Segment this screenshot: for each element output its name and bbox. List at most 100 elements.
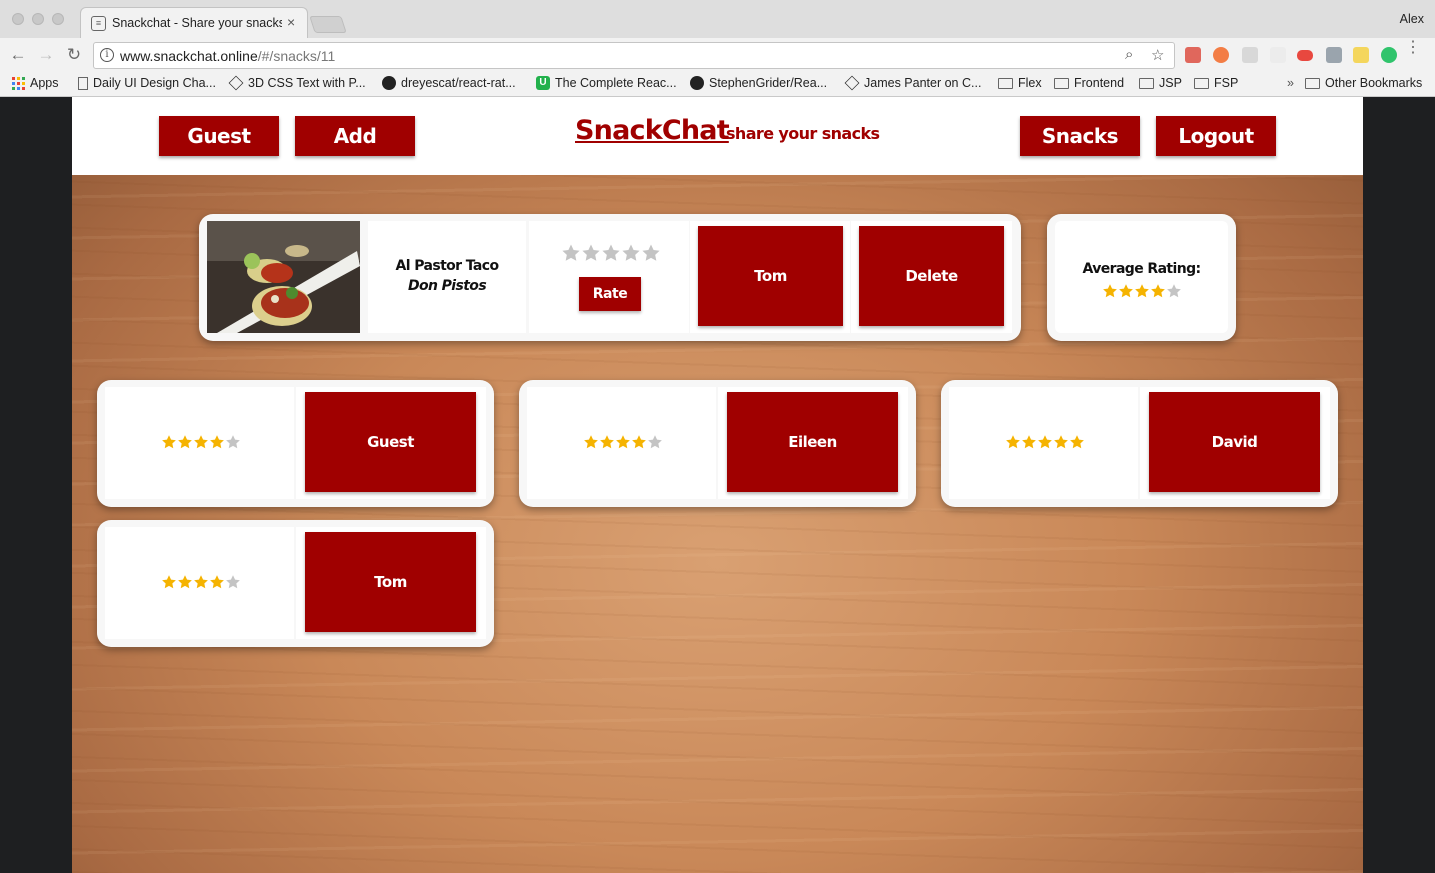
folder-icon [1054,77,1069,89]
star-icon[interactable] [641,243,661,263]
review-user-button[interactable]: Guest [305,392,476,492]
bookmark-folder-flex[interactable]: Flex [998,76,1042,90]
review-rating-stars [161,434,241,450]
star-icon [1006,435,1020,449]
active-tab[interactable]: ≡ Snackchat - Share your snacks × [80,7,308,38]
extension-icon-4[interactable] [1270,47,1286,63]
url-text[interactable]: www.snackchat.online/#/snacks/11 [120,48,335,64]
bookmark-label: 3D CSS Text with P... [248,76,366,90]
snack-page: Guest Add SnackChat share your snacks Sn… [72,97,1363,873]
bookmark-label: FSP [1214,76,1239,90]
star-icon [162,435,176,449]
star-icon [226,575,240,589]
star-icon[interactable] [561,243,581,263]
star-icon [648,435,662,449]
bookmark-label: James Panter on C... [864,76,982,90]
bookmark-label: The Complete Reac... [555,76,677,90]
extension-icon-1[interactable] [1185,47,1201,63]
star-icon[interactable] [581,243,601,263]
star-icon [210,435,224,449]
delete-button[interactable]: Delete [859,226,1004,326]
tab-title: Snackchat - Share your snacks [112,16,282,30]
review-rating-cell [949,387,1138,499]
average-rating-cell: Average Rating: [1055,221,1228,333]
bookmarks-overflow-button[interactable]: » [1287,76,1294,90]
site-info-icon[interactable]: i [100,48,114,62]
github-icon [690,76,704,90]
rate-cell: Rate [529,221,689,333]
extension-icon-7[interactable] [1353,47,1369,63]
brand-logo[interactable]: SnackChat [575,115,730,146]
star-icon [210,575,224,589]
close-window-button[interactable] [12,13,24,25]
bookmark-3d-css[interactable]: 3D CSS Text with P... [228,75,366,91]
bookmark-label: Other Bookmarks [1325,76,1423,90]
url-path: /#/snacks/11 [257,48,336,64]
star-icon [1103,284,1117,298]
review-card: Eileen [519,380,916,507]
review-user-button[interactable]: Tom [305,532,476,632]
profile-name[interactable]: Alex [1400,12,1424,26]
review-user-button[interactable]: Eileen [727,392,898,492]
apps-grid-icon [12,76,25,90]
bookmark-react-rating[interactable]: dreyescat/react-rat... [382,76,516,90]
forward-arrow-icon[interactable]: → [36,45,56,65]
bookmark-apps[interactable]: Apps [12,76,59,90]
zoom-window-button[interactable] [52,13,64,25]
bookmark-folder-fsp[interactable]: FSP [1194,76,1238,90]
address-bar[interactable]: i www.snackchat.online/#/snacks/11 ⌕ ☆ [93,42,1175,69]
snacks-button[interactable]: Snacks [1020,116,1140,156]
rate-button[interactable]: Rate [579,277,641,311]
review-user-cell: David [1140,387,1330,499]
bookmark-complete-react[interactable]: U The Complete Reac... [536,76,677,90]
extension-icon-3[interactable] [1242,47,1258,63]
bookmark-stephengrider[interactable]: StephenGrider/Rea... [690,76,827,90]
document-icon [78,76,88,90]
bookmark-folder-frontend[interactable]: Frontend [1054,76,1124,90]
snack-detail-card: Al Pastor Taco Don Pistos Rate Tom Delet… [199,214,1021,341]
star-icon [1022,435,1036,449]
star-icon[interactable] [621,243,641,263]
bookmark-label: Flex [1018,76,1042,90]
star-icon [1054,435,1068,449]
snack-place: Don Pistos [407,278,487,294]
bookmark-folder-jsp[interactable]: JSP [1139,76,1182,90]
star-icon [600,435,614,449]
zoom-search-icon[interactable]: ⌕ [1125,46,1133,63]
guest-button[interactable]: Guest [159,116,279,156]
bookmark-other-bookmarks[interactable]: Other Bookmarks [1305,76,1422,90]
review-rating-cell [105,527,294,639]
star-icon [1167,284,1181,298]
tab-close-icon[interactable]: × [287,14,295,30]
review-user-cell: Tom [296,527,486,639]
extension-icon-6[interactable] [1326,47,1342,63]
review-rating-cell [105,387,294,499]
review-user-button[interactable]: David [1149,392,1320,492]
bookmark-daily-ui[interactable]: Daily UI Design Cha... [78,76,216,90]
rating-input[interactable] [561,243,661,263]
bookmark-label: StephenGrider/Rea... [709,76,828,90]
grammarly-icon[interactable] [1381,47,1397,63]
extension-icon-2[interactable] [1213,47,1229,63]
url-host: www.snackchat.online [120,48,258,64]
chrome-menu-icon[interactable]: ⋮ [1405,40,1421,56]
bookmark-james-panter[interactable]: James Panter on C... [844,75,982,91]
bookmark-label: Apps [30,76,59,90]
reload-icon[interactable]: ↻ [64,45,84,65]
minimize-window-button[interactable] [32,13,44,25]
bookmark-star-icon[interactable]: ☆ [1151,46,1164,64]
add-button[interactable]: Add [295,116,415,156]
review-card: Tom [97,520,494,647]
new-tab-button[interactable] [309,16,347,33]
folder-icon [998,77,1013,89]
extension-icon-5[interactable] [1297,50,1313,61]
star-icon [194,435,208,449]
owner-button[interactable]: Tom [698,226,843,326]
bookmark-label: dreyescat/react-rat... [401,76,516,90]
star-icon[interactable] [601,243,621,263]
snack-name: Al Pastor Taco [395,258,500,274]
review-card: David [941,380,1338,507]
back-arrow-icon[interactable]: ← [8,45,28,65]
bookmarks-bar: Apps Daily UI Design Cha... 3D CSS Text … [0,72,1435,96]
logout-button[interactable]: Logout [1156,116,1276,156]
